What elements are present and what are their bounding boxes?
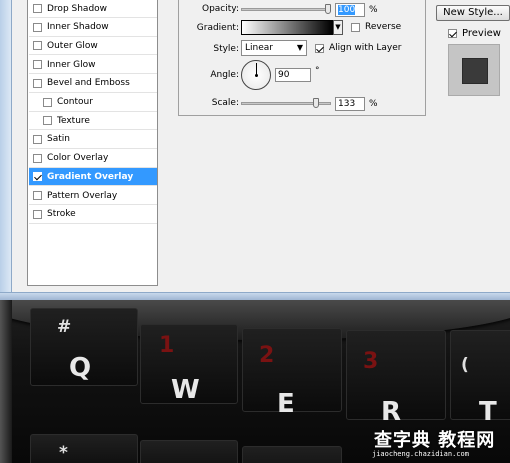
style-item-label: Satin (47, 134, 70, 145)
style-select[interactable]: Linear ▼ (241, 40, 307, 56)
gradient-label: Gradient: (196, 23, 239, 33)
angle-label: Angle: (210, 70, 239, 80)
style-item-checkbox[interactable] (33, 22, 42, 32)
style-item-satin[interactable]: Satin (29, 131, 157, 149)
angle-input[interactable]: 90 (275, 68, 311, 82)
key-label-2: 2 (259, 343, 275, 368)
new-style-button[interactable]: New Style... (436, 5, 510, 21)
gradient-picker[interactable] (241, 20, 333, 35)
reverse-checkbox[interactable]: Reverse (351, 22, 401, 32)
key-t: ( T (450, 330, 510, 427)
style-item-label: Outer Glow (47, 40, 98, 51)
style-item-texture[interactable]: Texture (29, 112, 157, 131)
opacity-slider-thumb[interactable] (325, 4, 331, 14)
align-label: Align with Layer (329, 43, 402, 53)
style-item-label: Inner Glow (47, 59, 96, 70)
key-r: 3 R (346, 330, 446, 427)
scale-slider-thumb[interactable] (313, 98, 319, 108)
styles-list: Drop Shadow Inner Shadow Outer Glow Inner G… (27, 0, 158, 286)
angle-dial[interactable] (241, 60, 271, 90)
style-item-gradient-overlay[interactable]: Gradient Overlay (29, 168, 157, 187)
preview-label: Preview (462, 28, 501, 39)
scale-unit: % (369, 99, 378, 109)
style-item-label: Texture (57, 115, 90, 126)
chevron-down-icon: ▼ (296, 43, 303, 52)
reverse-label: Reverse (365, 22, 402, 32)
style-item-label: Contour (57, 97, 93, 107)
watermark-url: jiaocheng.chazidian.com (372, 450, 469, 458)
style-item-label: Inner Shadow (47, 22, 109, 33)
style-item-checkbox[interactable] (43, 116, 52, 126)
layer-style-dialog: Drop Shadow Inner Shadow Outer Glow Inner G… (0, 0, 510, 300)
gradient-overlay-panel: Opacity: 100 % Gradient: ▼ Reverse Style… (178, 0, 426, 116)
style-preview-thumbnail (448, 44, 500, 96)
style-item-label: Stroke (47, 209, 76, 220)
align-with-layer-checkbox[interactable]: Align with Layer (315, 43, 401, 53)
style-item-checkbox[interactable] (33, 60, 42, 70)
style-item-color-overlay[interactable]: Color Overlay (29, 150, 157, 168)
scale-label: Scale: (211, 98, 239, 108)
style-item-checkbox[interactable] (33, 172, 42, 182)
style-item-checkbox[interactable] (33, 4, 42, 13)
opacity-unit: % (369, 5, 378, 15)
style-item-label: Pattern Overlay (47, 190, 118, 201)
style-item-inner-glow[interactable]: Inner Glow (29, 56, 157, 75)
style-item-checkbox[interactable] (33, 134, 42, 144)
key-e: 2 E (242, 328, 342, 419)
key-label-e: E (277, 389, 295, 419)
opacity-slider-track[interactable] (241, 8, 331, 11)
angle-unit: ° (315, 66, 320, 76)
key-label-w: W (171, 375, 200, 405)
angle-dial-center (255, 74, 258, 77)
style-preview-swatch (462, 58, 488, 84)
style-item-bevel-and-emboss[interactable]: Bevel and Emboss (29, 75, 157, 93)
key-star: * (30, 434, 138, 463)
style-item-checkbox[interactable] (43, 97, 52, 107)
style-item-drop-shadow[interactable]: Drop Shadow (29, 0, 157, 18)
style-label: Style: (213, 44, 239, 54)
dialog-content: Drop Shadow Inner Shadow Outer Glow Inner G… (12, 0, 510, 292)
key-label-q: Q (69, 353, 92, 383)
window-frame-left (0, 0, 12, 300)
style-item-stroke[interactable]: Stroke (29, 206, 157, 224)
key-bottom-3 (242, 446, 342, 463)
key-label-paren: ( (461, 355, 469, 375)
preview-checkbox[interactable]: Preview (448, 28, 501, 39)
align-check-box[interactable] (315, 43, 324, 53)
key-label-1: 1 (159, 333, 175, 358)
key-label-t: T (479, 397, 497, 427)
style-item-label: Color Overlay (47, 153, 109, 164)
key-q: # Q (30, 308, 138, 386)
style-item-checkbox[interactable] (33, 78, 42, 88)
style-item-inner-shadow[interactable]: Inner Shadow (29, 19, 157, 37)
window-frame-bottom (0, 292, 510, 300)
site-watermark: 查字典 教程网 jiaocheng.chazidian.com (368, 426, 510, 463)
key-w: 1 W (140, 324, 238, 405)
style-item-label: Gradient Overlay (47, 171, 134, 182)
keyboard-left-edge (0, 290, 12, 463)
scale-input[interactable]: 133 (335, 97, 365, 111)
style-item-checkbox[interactable] (33, 153, 42, 163)
style-item-checkbox[interactable] (33, 41, 42, 51)
reverse-check-box[interactable] (351, 22, 360, 32)
opacity-label: Opacity: (202, 4, 239, 14)
preview-check-box[interactable] (448, 29, 457, 38)
key-bottom-2 (140, 440, 238, 463)
style-item-pattern-overlay[interactable]: Pattern Overlay (29, 187, 157, 205)
style-item-outer-glow[interactable]: Outer Glow (29, 37, 157, 56)
key-label-r: R (381, 397, 402, 427)
opacity-input[interactable]: 100 (335, 3, 365, 17)
watermark-title: 查字典 教程网 (374, 430, 496, 451)
style-item-label: Bevel and Emboss (47, 78, 130, 89)
gradient-dropdown-button[interactable]: ▼ (333, 20, 343, 35)
key-label-3: 3 (363, 349, 379, 374)
style-item-checkbox[interactable] (33, 209, 42, 219)
style-select-value: Linear (245, 43, 273, 53)
style-item-contour[interactable]: Contour (29, 94, 157, 112)
style-item-checkbox[interactable] (33, 191, 42, 200)
style-item-label: Drop Shadow (47, 3, 108, 14)
key-label-star: * (59, 443, 68, 463)
key-label-hash: # (57, 317, 72, 337)
